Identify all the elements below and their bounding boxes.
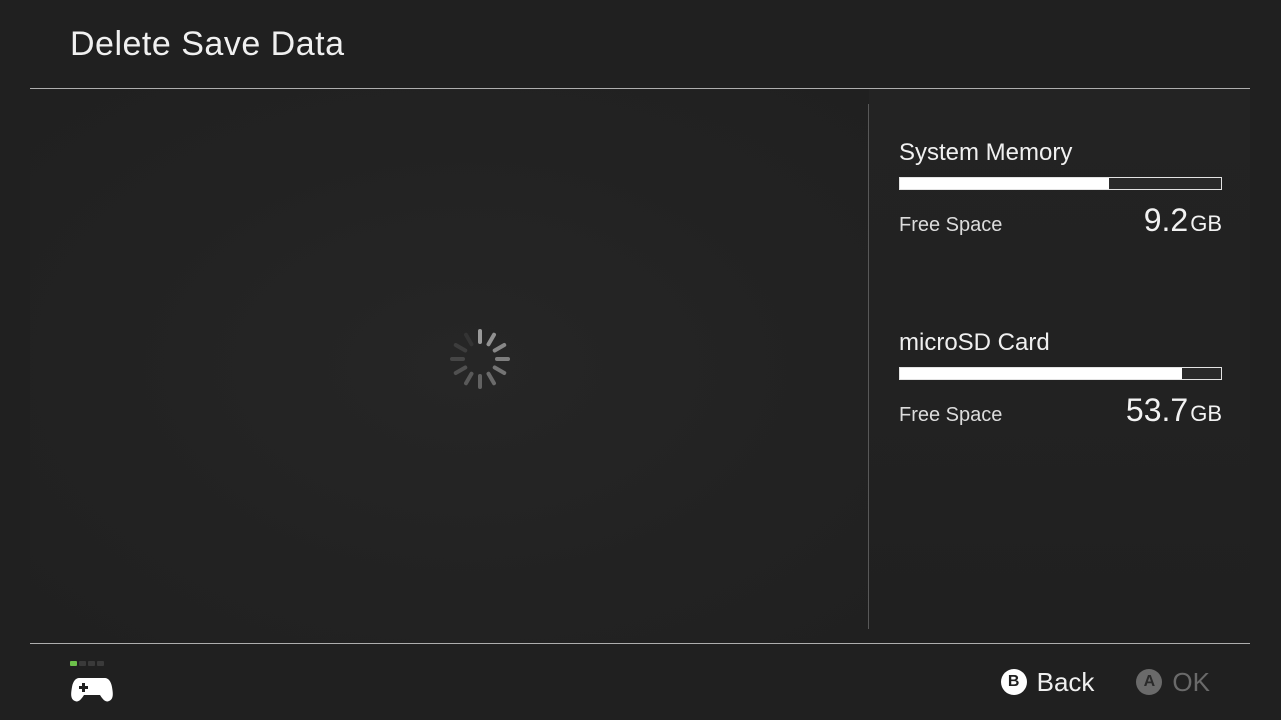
a-button-icon: A <box>1136 669 1162 695</box>
controller-icon <box>70 674 114 704</box>
controller-battery-dots <box>70 661 104 666</box>
loading-spinner-icon <box>450 329 510 389</box>
storage-free-row: Free Space 9.2GB <box>899 202 1222 239</box>
storage-panel: System Memory Free Space 9.2GB microSD C… <box>869 89 1250 644</box>
back-button[interactable]: B Back <box>1001 667 1095 698</box>
storage-title: System Memory <box>899 139 1222 167</box>
free-space-label: Free Space <box>899 214 1002 237</box>
screen: Delete Save Data System Memory <box>0 0 1281 720</box>
battery-dot <box>97 661 104 666</box>
header: Delete Save Data <box>30 0 1250 88</box>
page-title: Delete Save Data <box>30 25 345 64</box>
footer: B Back A OK <box>30 644 1250 720</box>
controller-status <box>70 661 114 704</box>
battery-dot <box>88 661 95 666</box>
storage-bar-fill <box>900 368 1182 379</box>
storage-microsd-card: microSD Card Free Space 53.7GB <box>899 329 1222 429</box>
storage-free-row: Free Space 53.7GB <box>899 392 1222 429</box>
b-button-icon: B <box>1001 669 1027 695</box>
back-label: Back <box>1037 667 1095 698</box>
storage-bar-fill <box>900 178 1109 189</box>
free-space-value: 53.7GB <box>1126 392 1222 429</box>
content-main <box>30 89 868 644</box>
battery-dot <box>79 661 86 666</box>
storage-bar <box>899 367 1222 380</box>
storage-title: microSD Card <box>899 329 1222 357</box>
ok-label: OK <box>1172 667 1210 698</box>
storage-system-memory: System Memory Free Space 9.2GB <box>899 139 1222 239</box>
ok-button[interactable]: A OK <box>1136 667 1210 698</box>
content-area: System Memory Free Space 9.2GB microSD C… <box>30 89 1250 644</box>
free-space-label: Free Space <box>899 404 1002 427</box>
footer-hints: B Back A OK <box>1001 667 1210 698</box>
storage-bar <box>899 177 1222 190</box>
battery-dot <box>70 661 77 666</box>
free-space-value: 9.2GB <box>1144 202 1222 239</box>
